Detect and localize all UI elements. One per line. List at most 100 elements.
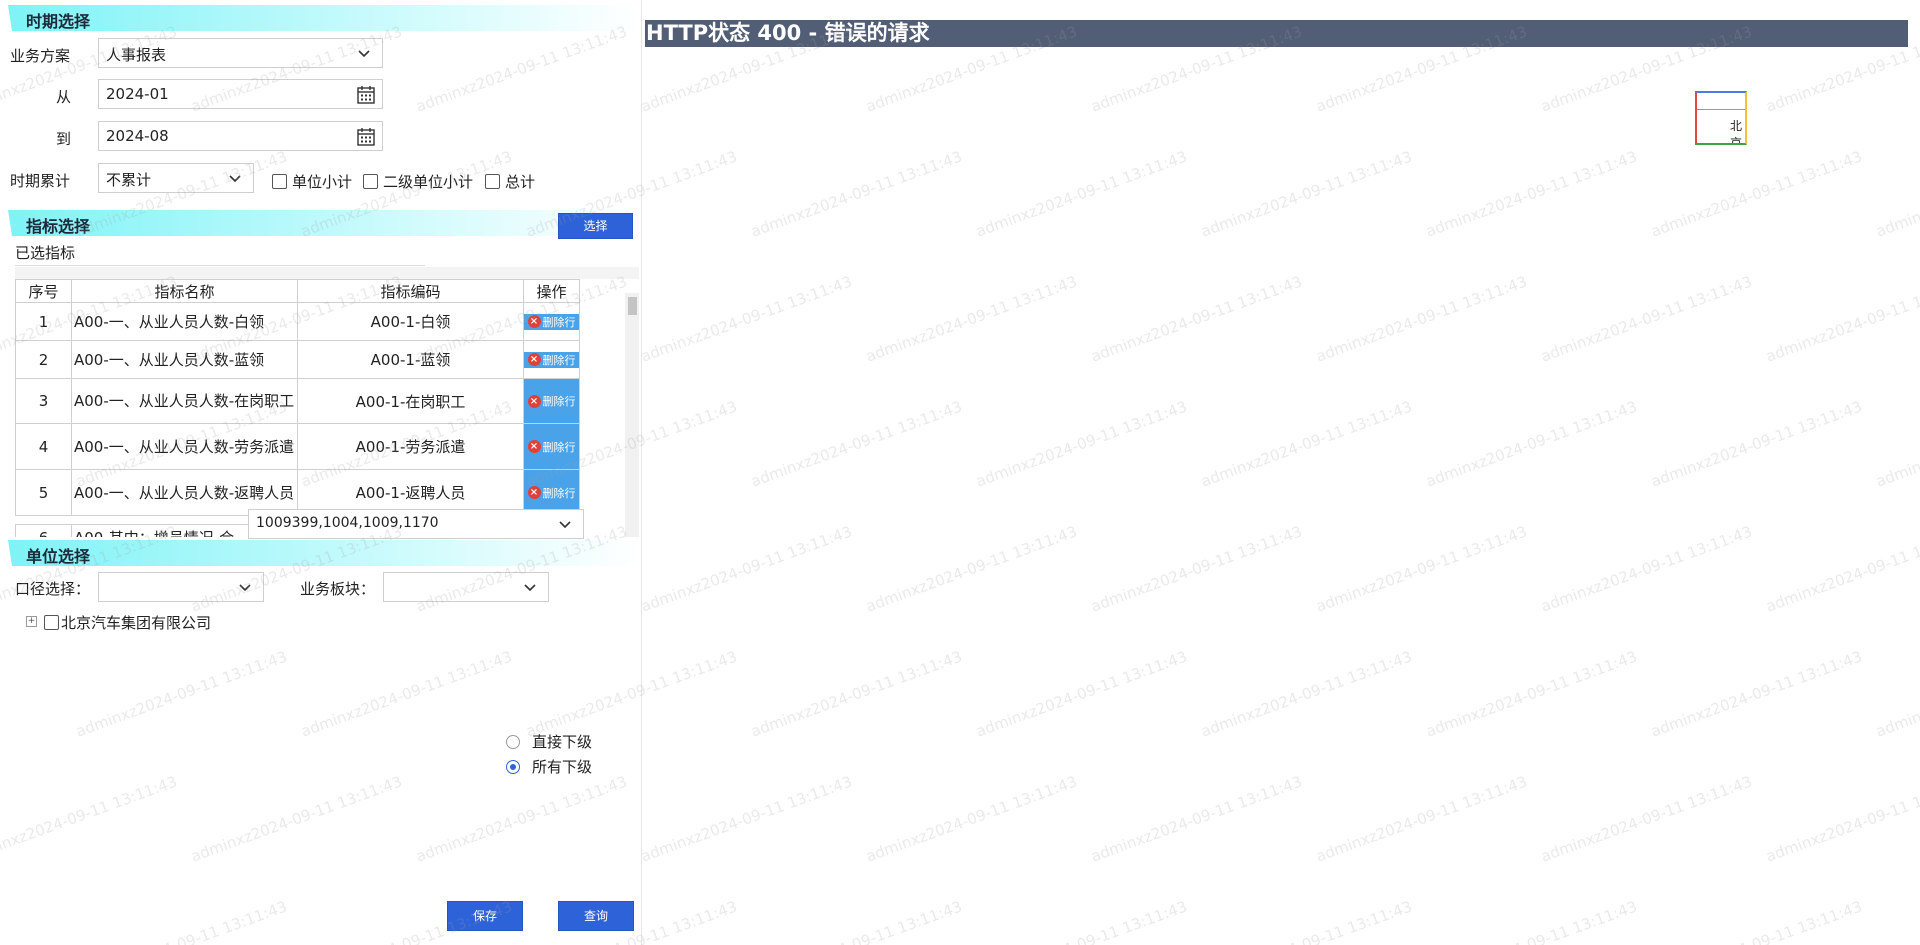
tree-checkbox[interactable] [44,615,59,630]
watermark-text: adminxz2024-09-11 13:11:43 [1198,897,1415,945]
calendar-icon[interactable] [356,127,376,147]
query-button[interactable]: 查询 [558,901,634,931]
period-section-header: 时期选择 [8,5,638,31]
select-indicator-button[interactable]: 选择 [558,213,633,239]
second-unit-subtotal-checkbox[interactable]: 二级单位小计 [363,171,473,192]
period-section-title: 时期选择 [26,12,91,31]
save-button[interactable]: 保存 [447,901,523,931]
close-icon: × [527,440,541,453]
radio-all-sub[interactable]: 所有下级 [506,756,592,777]
to-date-value: 2024-08 [106,127,169,145]
col-header-code: 指标编码 [297,279,524,303]
delete-row-button[interactable]: × 删除行 [524,379,579,423]
delete-label: 删除行 [542,486,576,500]
watermark-text: adminxz2024-09-11 13:11:43 [1648,397,1865,491]
watermark-text: adminxz2024-09-11 13:11:43 [1648,147,1865,241]
watermark-text: adminxz2024-09-11 13:11:43 [1423,647,1640,741]
indicator-section-header: 指标选择 [8,210,638,236]
cell-action: × 删除行 [523,340,580,379]
watermark-text: adminxz2024-09-11 13:11:43 [1313,772,1530,866]
close-icon: × [527,486,541,499]
table-row: 3 A00-一、从业人员人数-在岗职工 A00-1-在岗职工 × 删除行 [15,378,580,424]
delete-row-button[interactable]: × 删除行 [524,313,579,330]
table-row: 1 A00-一、从业人员人数-白领 A00-1-白领 × 删除行 [15,302,580,341]
watermark-text: adminxz2024-09-11 13:11:43 [1763,272,1920,366]
mini-preview-frame: 北京 [1695,91,1747,145]
sector-select[interactable] [383,572,549,602]
radio-circle[interactable] [506,734,520,749]
watermark-text: adminxz2024-09-11 13:11:43 [1198,147,1415,241]
table-row: 2 A00-一、从业人员人数-蓝领 A00-1-蓝领 × 删除行 [15,340,580,379]
from-label: 从 [56,88,72,106]
expand-icon[interactable]: + [26,616,37,627]
watermark-text: adminxz2024-09-11 13:11:43 [748,897,965,945]
scroll-thumb[interactable] [628,297,637,315]
delete-row-button[interactable]: × 删除行 [524,351,579,368]
unit-section-header: 单位选择 [8,540,638,566]
tree-node-label[interactable]: 北京汽车集团有限公司 [61,612,211,633]
watermark-text: adminxz2024-09-11 13:11:43 [638,772,855,866]
to-date-input[interactable]: 2024-08 [98,121,383,151]
indicator-section-title: 指标选择 [26,217,91,236]
caliber-label: 口径选择： [15,580,91,598]
watermark-text: adminxz2024-09-11 13:11:43 [1088,772,1305,866]
cell-no: 2 [15,340,72,379]
close-icon: × [527,394,541,408]
checkbox-box[interactable] [363,174,378,189]
watermark-text: adminxz2024-09-11 13:11:43 [1313,272,1530,366]
checkbox-box[interactable] [272,174,287,189]
watermark-text: adminxz2024-09-11 13:11:43 [1313,522,1530,616]
radio-label: 直接下级 [532,733,593,751]
watermark-text: adminxz2024-09-11 13:11:43 [638,522,855,616]
unit-subtotal-checkbox[interactable]: 单位小计 [272,171,352,192]
watermark-text: adminxz2024-09-11 13:11:43 [1648,647,1865,741]
to-label: 到 [56,130,72,148]
radio-label: 所有下级 [532,758,593,776]
caliber-select[interactable] [98,572,264,602]
radio-circle[interactable] [506,759,520,774]
watermark-text: adminxz2024-09-11 13:11:43 [1198,647,1415,741]
delete-row-button[interactable]: × 删除行 [524,424,579,469]
scheme-value: 人事报表 [106,46,167,64]
close-icon: × [527,353,541,366]
watermark-text: adminxz2024-09-11 13:11:43 [1088,522,1305,616]
cell-action: × 删除行 [523,302,580,341]
watermark-text: adminxz2024-09-11 13:11:43 [973,147,1190,241]
scheme-label: 业务方案 [10,47,71,65]
watermark-text: adminxz2024-09-11 13:11:43 [748,647,965,741]
table-row: 4 A00-一、从业人员人数-劳务派遣 A00-1-劳务派遣 × 删除行 [15,423,580,470]
cell-no: 5 [15,469,72,516]
table-scrollbar[interactable] [625,293,639,537]
total-checkbox[interactable]: 总计 [485,171,535,192]
watermark-text: adminxz2024-09-11 13:11:43 [1873,147,1920,241]
accum-select[interactable]: 不累计 [98,163,254,193]
cell-code: A00-1-白领 [297,302,524,341]
delete-label: 删除行 [542,395,576,408]
col-header-action: 操作 [523,279,580,303]
col-header-no: 序号 [15,279,72,303]
from-date-input[interactable]: 2024-01 [98,79,383,109]
checkbox-box[interactable] [485,174,500,189]
indicator-filter-dropdown[interactable]: 1009399,1004,1009,1170 [248,509,584,539]
divider [1697,109,1745,110]
watermark-text: adminxz2024-09-11 13:11:43 [1763,522,1920,616]
indicator-table: 序号 指标名称 指标编码 操作 1 A00-一、从业人员人数-白领 A00-1-… [15,279,580,516]
accum-label: 时期累计 [10,172,71,190]
radio-direct-sub[interactable]: 直接下级 [506,731,592,752]
table-toolbar [15,267,639,279]
scheme-select[interactable]: 人事报表 [98,38,383,68]
checkbox-label: 总计 [505,173,536,191]
watermark-text: adminxz2024-09-11 13:11:43 [973,897,1190,945]
watermark-text: adminxz2024-09-11 13:11:43 [1538,272,1755,366]
cell-no: 4 [15,423,72,470]
cell-code: A00-1-劳务派遣 [297,423,524,470]
chevron-down-icon [524,584,536,592]
watermark-text: adminxz2024-09-11 13:11:43 [863,522,1080,616]
sector-label: 业务板块： [300,580,376,598]
calendar-icon[interactable] [356,85,376,105]
chevron-down-icon [239,584,251,592]
watermark-text: adminxz2024-09-11 13:11:43 [1423,897,1640,945]
cell-name: A00-一、从业人员人数-蓝领 [71,340,298,379]
watermark-text: adminxz2024-09-11 13:11:43 [638,272,855,366]
cell-name: A00-一、从业人员人数-劳务派遣 [71,423,298,470]
